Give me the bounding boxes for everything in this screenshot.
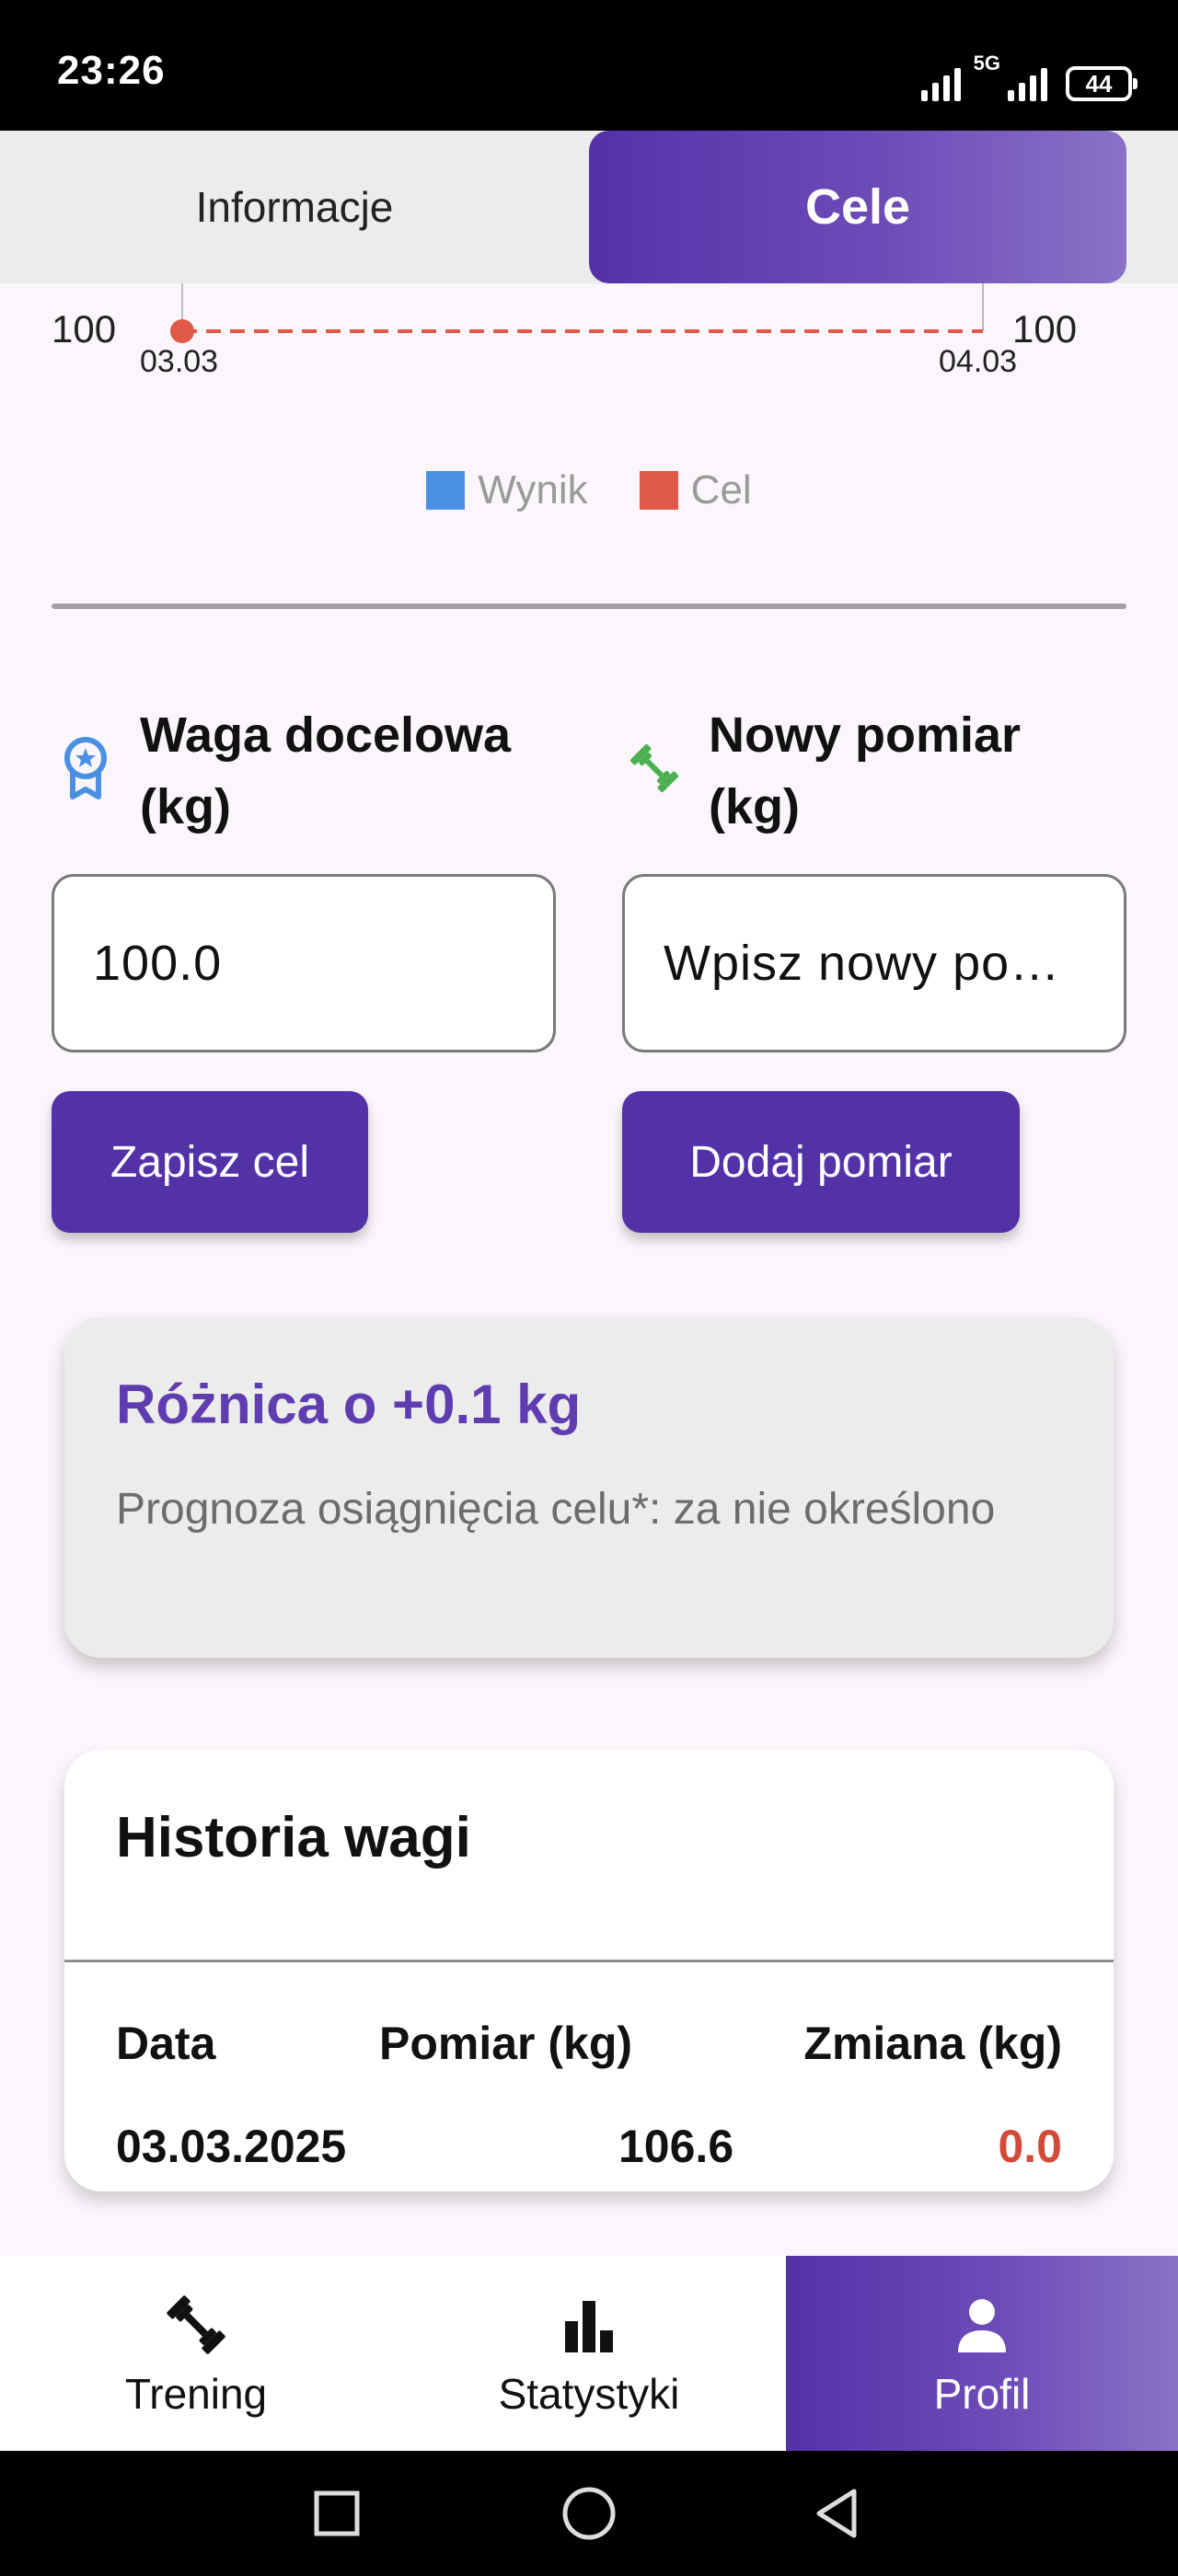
history-cell-change: 0.0 <box>998 2121 1062 2172</box>
add-measurement-button[interactable]: Dodaj pomiar <box>622 1091 1020 1233</box>
tab-informacje[interactable]: Informacje <box>0 131 589 283</box>
goal-weight-label: Waga docelowa (kg) <box>57 699 511 843</box>
status-bar: 23:26 5G 44 <box>0 0 1178 131</box>
signal-icon <box>920 64 961 101</box>
dumbbell-icon <box>167 2295 225 2354</box>
column-header-measurement: Pomiar (kg) <box>379 2018 633 2069</box>
signal-icon-2 <box>1008 64 1047 101</box>
battery-icon: 44 <box>1066 66 1138 101</box>
battery-level: 44 <box>1085 69 1113 98</box>
weight-chart: 100 100 03.03 04.03 Wynik Cel <box>0 283 1178 523</box>
data-point-cel <box>170 319 194 343</box>
history-cell-date: 03.03.2025 <box>116 2121 347 2172</box>
status-icons: 5G 44 <box>920 52 1138 101</box>
column-header-date: Data <box>116 2018 216 2069</box>
nav-profil[interactable]: Profil <box>786 2256 1178 2451</box>
new-measurement-label: Nowy pomiar (kg) <box>626 699 1021 843</box>
app-screen: 23:26 5G 44 Informacje Cele 100 100 03.0… <box>0 0 1178 2576</box>
save-goal-button[interactable]: Zapisz cel <box>52 1091 368 1233</box>
network-type: 5G <box>973 52 1000 75</box>
measure-label-line1: Nowy pomiar <box>709 707 1022 763</box>
nav-trening[interactable]: Trening <box>0 2256 392 2451</box>
legend-swatch-wynik <box>426 471 466 510</box>
legend-item-wynik: Wynik <box>426 467 588 513</box>
goal-label-line1: Waga docelowa <box>140 707 512 763</box>
goal-weight-label-text: Waga docelowa (kg) <box>140 699 511 843</box>
y-tick-right: 100 <box>1012 307 1078 351</box>
back-icon[interactable] <box>801 2477 874 2550</box>
status-time: 23:26 <box>57 48 166 93</box>
history-cell-measurement: 106.6 <box>618 2121 734 2172</box>
nav-statystyki[interactable]: Statystyki <box>392 2256 786 2451</box>
dumbbell-icon <box>629 743 679 793</box>
measure-label-line2: (kg) <box>709 779 800 834</box>
top-tab-bar: Informacje Cele <box>0 131 1178 283</box>
person-icon <box>958 2299 1006 2352</box>
legend-label-wynik: Wynik <box>478 467 588 512</box>
new-measurement-label-text: Nowy pomiar (kg) <box>709 699 1021 843</box>
section-divider <box>52 604 1126 609</box>
history-title: Historia wagi <box>116 1806 471 1869</box>
legend-swatch-cel <box>639 471 678 510</box>
goal-summary-card: Różnica o +0.1 kg Prognoza osiągnięcia c… <box>64 1317 1114 1658</box>
x-tick-label: 03.03 <box>140 344 219 379</box>
history-divider <box>64 1960 1114 1962</box>
nav-statystyki-label: Statystyki <box>498 2370 680 2418</box>
goal-weight-input[interactable]: 100.0 <box>52 874 556 1052</box>
tab-cele[interactable]: Cele <box>589 131 1126 283</box>
x-tick-label: 04.03 <box>939 344 1018 379</box>
bar-chart-icon <box>565 2301 613 2352</box>
legend-item-cel: Cel <box>639 467 752 513</box>
bottom-navigation: Trening Statystyki Profil <box>0 2256 1178 2451</box>
nav-profil-label: Profil <box>933 2370 1031 2418</box>
goal-label-line2: (kg) <box>140 779 231 834</box>
chart-legend: Wynik Cel <box>0 467 1178 513</box>
recent-apps-icon[interactable] <box>300 2477 374 2550</box>
y-tick-left: 100 <box>52 307 117 351</box>
legend-label-cel: Cel <box>690 467 752 512</box>
forecast-text: Prognoza osiągnięcia celu*: za nie okreś… <box>116 1485 996 1534</box>
home-icon[interactable] <box>552 2477 626 2550</box>
new-measurement-input[interactable]: Wpisz nowy po… <box>622 874 1126 1052</box>
column-header-change: Zmiana (kg) <box>803 2018 1062 2069</box>
award-ribbon-icon <box>64 737 107 799</box>
system-navigation-bar <box>0 2451 1178 2576</box>
weight-history-card: Historia wagi Data Pomiar (kg) Zmiana (k… <box>64 1750 1114 2191</box>
difference-title: Różnica o +0.1 kg <box>116 1374 582 1435</box>
nav-trening-label: Trening <box>124 2370 268 2418</box>
